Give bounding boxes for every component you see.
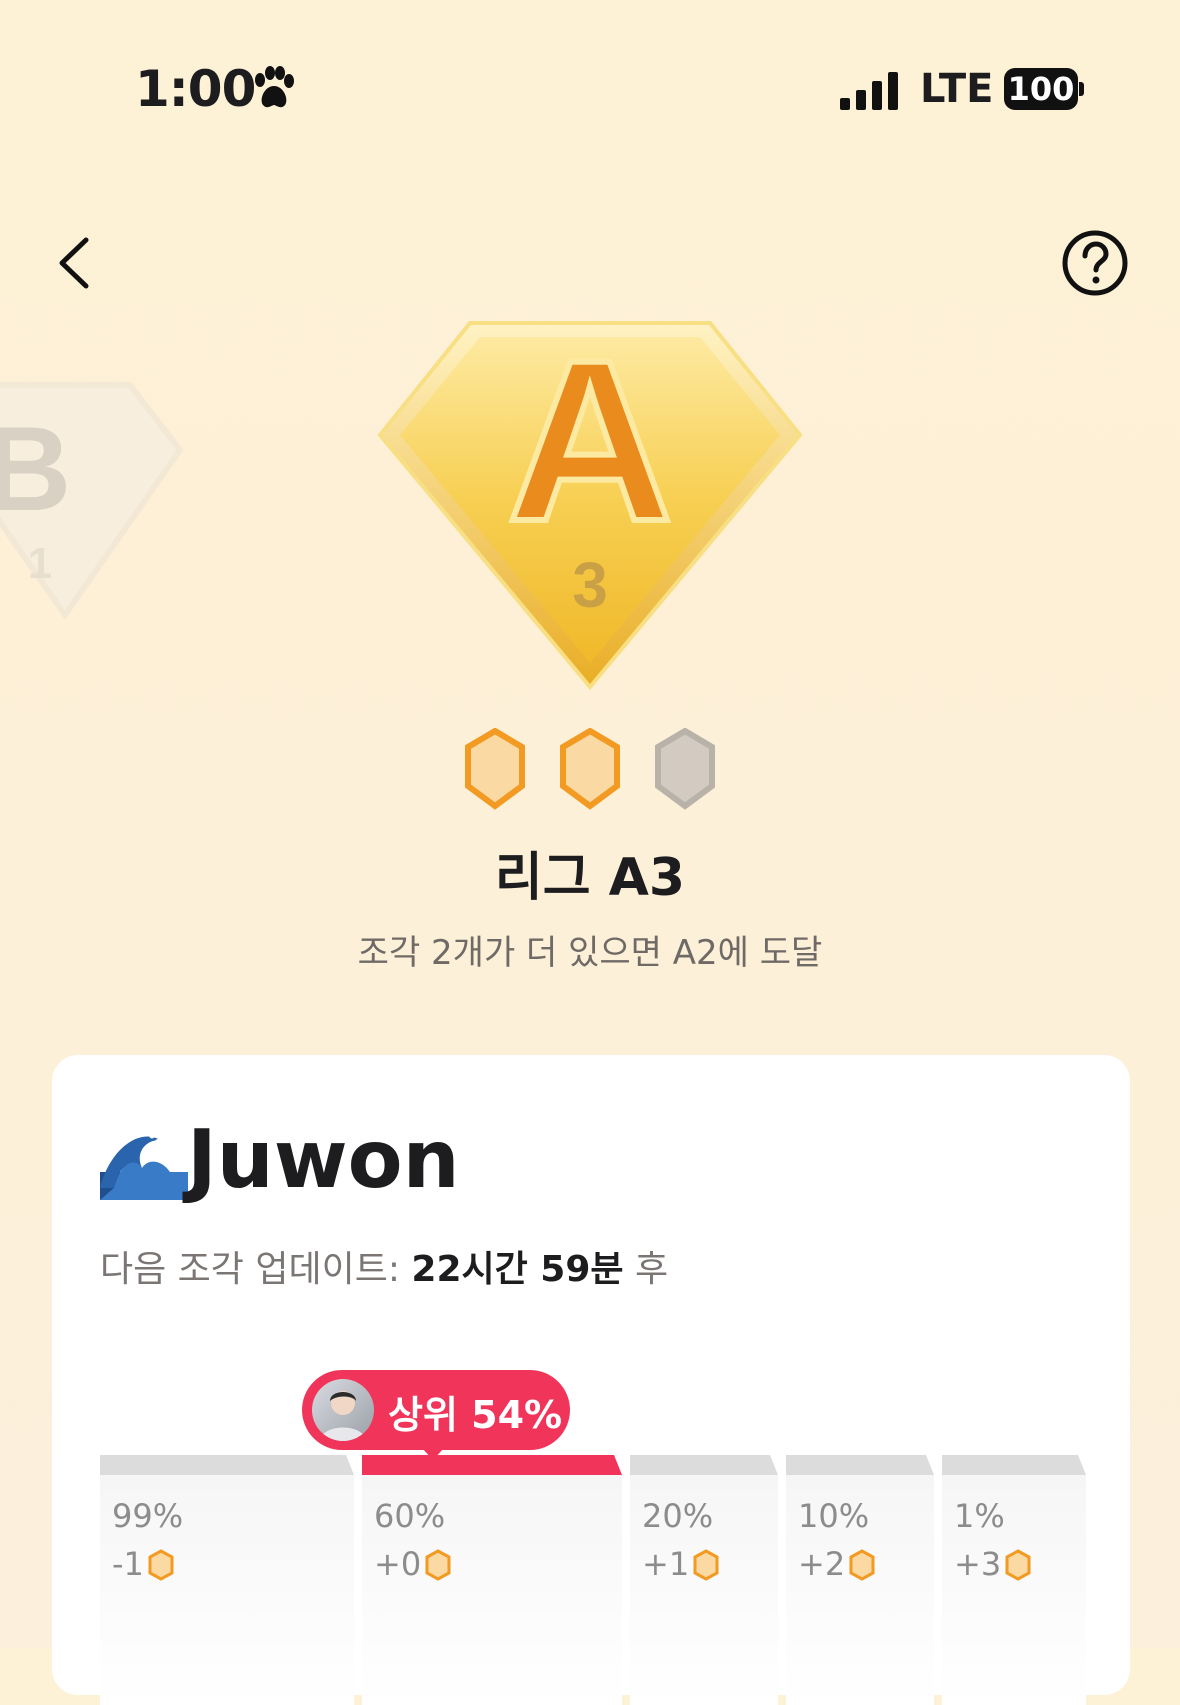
piece-progress [465,728,715,810]
next-update-time: 22시간 59분 [411,1249,624,1290]
piece-icon [693,1549,719,1581]
tier-item: 1% +3 [942,1455,1086,1705]
tier-item: 99% -1 [100,1455,354,1705]
tier-item-active: 60% +0 [362,1455,622,1705]
tier-percent: 20% [642,1497,714,1535]
signal-icon [840,72,898,110]
tier-percent: 1% [954,1497,1005,1535]
next-update-line: 다음 조각 업데이트: 22시간 59분 후 [100,1240,668,1292]
tier-delta: +2 [798,1545,875,1583]
battery-icon: 100 [1004,68,1084,110]
previous-badge-letter: B [0,402,71,536]
tier-delta: +0 [374,1545,451,1583]
tier-delta: -1 [112,1545,174,1583]
username: Juwon [187,1113,460,1206]
tier-percent: 99% [112,1497,184,1535]
status-time: 1:00 [135,60,256,118]
tier-percent: 60% [374,1497,446,1535]
piece-filled-icon [465,728,525,810]
wave-icon [100,1133,188,1200]
current-badge-number: 3 [572,549,608,621]
piece-empty-icon [655,728,715,810]
tier-percent: 10% [798,1497,870,1535]
tier-item: 20% +1 [630,1455,778,1705]
piece-icon [849,1549,875,1581]
avatar [312,1379,374,1441]
piece-icon [425,1549,451,1581]
rank-pill: 상위 54% [302,1370,570,1460]
question-circle-icon[interactable] [1060,228,1130,298]
next-update-suffix: 후 [623,1249,669,1290]
network-type: LTE [920,66,994,112]
battery-level: 100 [1004,68,1078,110]
chevron-left-icon[interactable] [48,228,108,298]
current-badge-letter: A [507,315,673,569]
previous-badge-number: 1 [28,539,52,588]
tier-delta: +1 [642,1545,719,1583]
ranking-card: Juwon 다음 조각 업데이트: 22시간 59분 후 상위 54% 99% … [52,1055,1130,1705]
league-title: 리그 A3 [494,848,686,908]
piece-filled-icon [560,728,620,810]
rank-label: 상위 54% [388,1393,563,1437]
piece-icon [148,1549,174,1581]
tier-delta: +3 [954,1545,1031,1583]
tier-bar: 99% -1 60% +0 20% +1 10% +2 1% +3 [100,1455,1086,1705]
status-bar: 1:00 LTE 100 [0,0,1180,180]
piece-icon [1005,1549,1031,1581]
league-subtitle: 조각 2개가 더 있으면 A2에 도달 [357,933,823,973]
tier-item: 10% +2 [786,1455,934,1705]
current-league-badge: A 3 [377,315,803,691]
paw-icon [255,66,294,108]
next-update-label: 다음 조각 업데이트: [100,1249,412,1290]
previous-league-badge[interactable]: B 1 [0,380,190,620]
